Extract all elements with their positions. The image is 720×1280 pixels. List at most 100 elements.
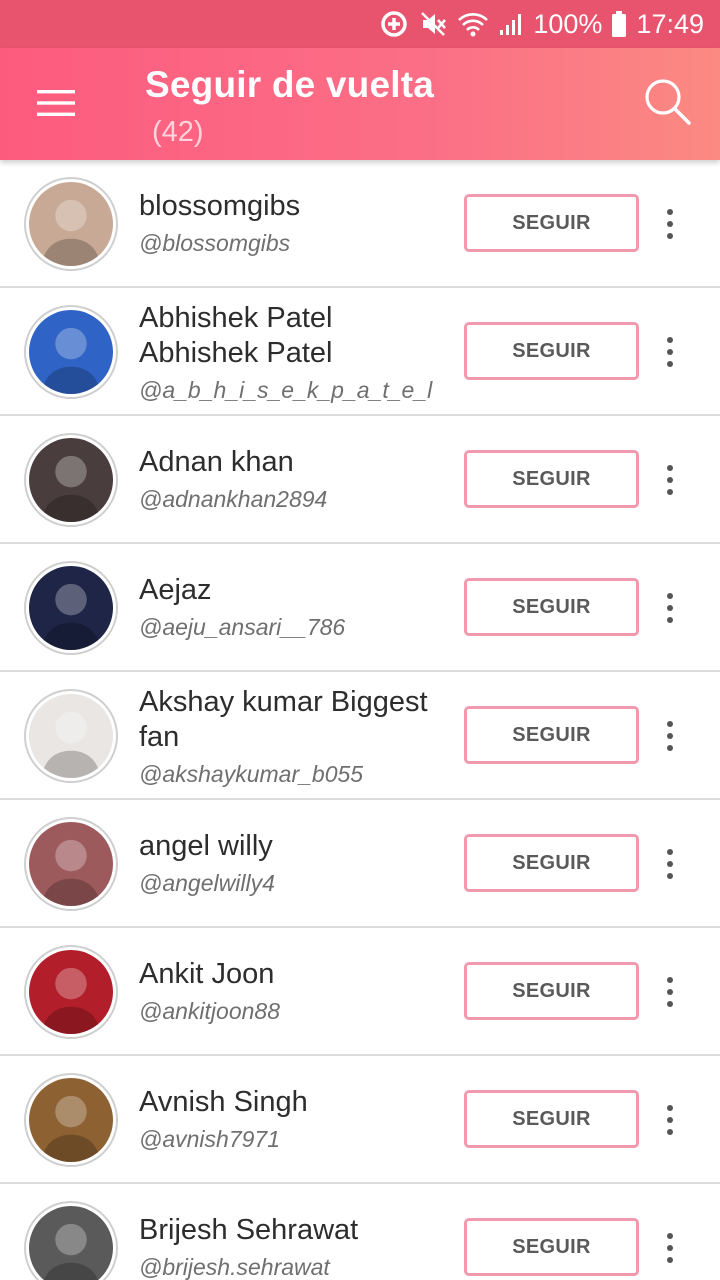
signal-icon — [499, 12, 523, 36]
more-options-button[interactable] — [652, 200, 688, 248]
user-info: angel willy @angelwilly4 — [139, 829, 449, 898]
user-name: Aejaz — [139, 574, 212, 606]
battery-percent: 100% — [533, 8, 603, 39]
dot — [667, 465, 673, 471]
follow-button[interactable]: SEGUIR — [464, 1218, 639, 1276]
avatar[interactable] — [24, 561, 118, 655]
user-handle: @angelwilly4 — [139, 870, 275, 896]
list-item[interactable]: Abhishek Patel Abhishek Patel @a_b_h_i_s_… — [0, 288, 720, 416]
dot — [667, 1117, 673, 1123]
dot — [667, 989, 673, 995]
dot — [667, 617, 673, 623]
user-handle: @ankitjoon88 — [139, 998, 280, 1024]
user-name: Akshay kumar Biggest fan — [139, 686, 428, 753]
dot — [667, 745, 673, 751]
dot — [667, 477, 673, 483]
app-bar: Seguir de vuelta (42) — [0, 48, 720, 160]
dot — [667, 349, 673, 355]
list-item[interactable]: Ankit Joon @ankitjoon88 SEGUIR — [0, 928, 720, 1056]
follow-button[interactable]: SEGUIR — [464, 322, 639, 380]
search-button[interactable] — [638, 72, 698, 132]
dot — [667, 489, 673, 495]
menu-button[interactable] — [26, 78, 86, 128]
follow-button[interactable]: SEGUIR — [464, 834, 639, 892]
more-options-button[interactable] — [652, 1224, 688, 1272]
avatar-photo — [29, 438, 113, 522]
follower-count: (42) — [152, 116, 204, 148]
list-item[interactable]: Brijesh Sehrawat @brijesh.sehrawat SEGUIR — [0, 1184, 720, 1280]
follow-button[interactable]: SEGUIR — [464, 962, 639, 1020]
user-info: Avnish Singh @avnish7971 — [139, 1085, 449, 1154]
avatar[interactable] — [24, 817, 118, 911]
user-info: blossomgibs @blossomgibs — [139, 189, 449, 258]
dot — [667, 1001, 673, 1007]
user-name: Ankit Joon — [139, 958, 275, 990]
dot — [667, 1233, 673, 1239]
avatar[interactable] — [24, 689, 118, 783]
more-options-button[interactable] — [652, 456, 688, 504]
user-info: Aejaz @aeju_ansari__786 — [139, 573, 449, 642]
user-info: Adnan khan @adnankhan2894 — [139, 445, 449, 514]
avatar-photo — [29, 1078, 113, 1162]
list-item[interactable]: Aejaz @aeju_ansari__786 SEGUIR — [0, 544, 720, 672]
avatar[interactable] — [24, 1201, 118, 1280]
more-options-button[interactable] — [652, 328, 688, 376]
more-options-button[interactable] — [652, 1096, 688, 1144]
more-options-button[interactable] — [652, 968, 688, 1016]
user-name: Avnish Singh — [139, 1086, 308, 1118]
dot — [667, 1129, 673, 1135]
dot — [667, 233, 673, 239]
user-name: Adnan khan — [139, 446, 294, 478]
user-handle: @brijesh.sehrawat — [139, 1254, 330, 1280]
list-item[interactable]: blossomgibs @blossomgibs SEGUIR — [0, 160, 720, 288]
user-info: Abhishek Patel Abhishek Patel @a_b_h_i_s_… — [139, 301, 449, 405]
list-item[interactable]: angel willy @angelwilly4 SEGUIR — [0, 800, 720, 928]
user-list: blossomgibs @blossomgibs SEGUIR Abhishek Pa… — [0, 160, 720, 1280]
dot — [667, 1257, 673, 1263]
follow-button[interactable]: SEGUIR — [464, 706, 639, 764]
user-info: Akshay kumar Biggest fan @akshaykumar_b05… — [139, 685, 449, 789]
dot — [667, 221, 673, 227]
status-bar: 100% 17:49 — [0, 0, 720, 48]
wifi-icon — [457, 10, 489, 38]
search-icon — [645, 79, 691, 125]
dot — [667, 1245, 673, 1251]
user-name: Brijesh Sehrawat — [139, 1214, 359, 1246]
user-handle: @blossomgibs — [139, 230, 291, 256]
avatar-photo — [29, 310, 113, 394]
hamburger-icon — [37, 90, 75, 116]
follow-button[interactable]: SEGUIR — [464, 194, 639, 252]
more-options-button[interactable] — [652, 712, 688, 760]
dot — [667, 209, 673, 215]
dot — [667, 361, 673, 367]
clock: 17:49 — [636, 8, 704, 39]
avatar[interactable] — [24, 305, 118, 399]
avatar[interactable] — [24, 177, 118, 271]
avatar-photo — [29, 1206, 113, 1280]
list-item[interactable]: Akshay kumar Biggest fan @akshaykumar_b05… — [0, 672, 720, 800]
dot — [667, 873, 673, 879]
user-info: Ankit Joon @ankitjoon88 — [139, 957, 449, 1026]
avatar-photo — [29, 182, 113, 266]
avatar-photo — [29, 950, 113, 1034]
avatar[interactable] — [24, 1073, 118, 1167]
page-title: Seguir de vuelta — [145, 64, 435, 105]
dot — [667, 733, 673, 739]
more-options-button[interactable] — [652, 584, 688, 632]
avatar[interactable] — [24, 945, 118, 1039]
dot — [667, 1105, 673, 1111]
follow-button[interactable]: SEGUIR — [464, 578, 639, 636]
dot — [667, 861, 673, 867]
follow-button[interactable]: SEGUIR — [464, 1090, 639, 1148]
follow-button[interactable]: SEGUIR — [464, 450, 639, 508]
list-item[interactable]: Avnish Singh @avnish7971 SEGUIR — [0, 1056, 720, 1184]
dot — [667, 337, 673, 343]
user-handle: @adnankhan2894 — [139, 486, 328, 512]
avatar[interactable] — [24, 433, 118, 527]
more-options-button[interactable] — [652, 840, 688, 888]
user-name: angel willy — [139, 830, 273, 862]
list-item[interactable]: Adnan khan @adnankhan2894 SEGUIR — [0, 416, 720, 544]
battery-icon — [612, 11, 627, 37]
avatar-photo — [29, 566, 113, 650]
dot — [667, 721, 673, 727]
